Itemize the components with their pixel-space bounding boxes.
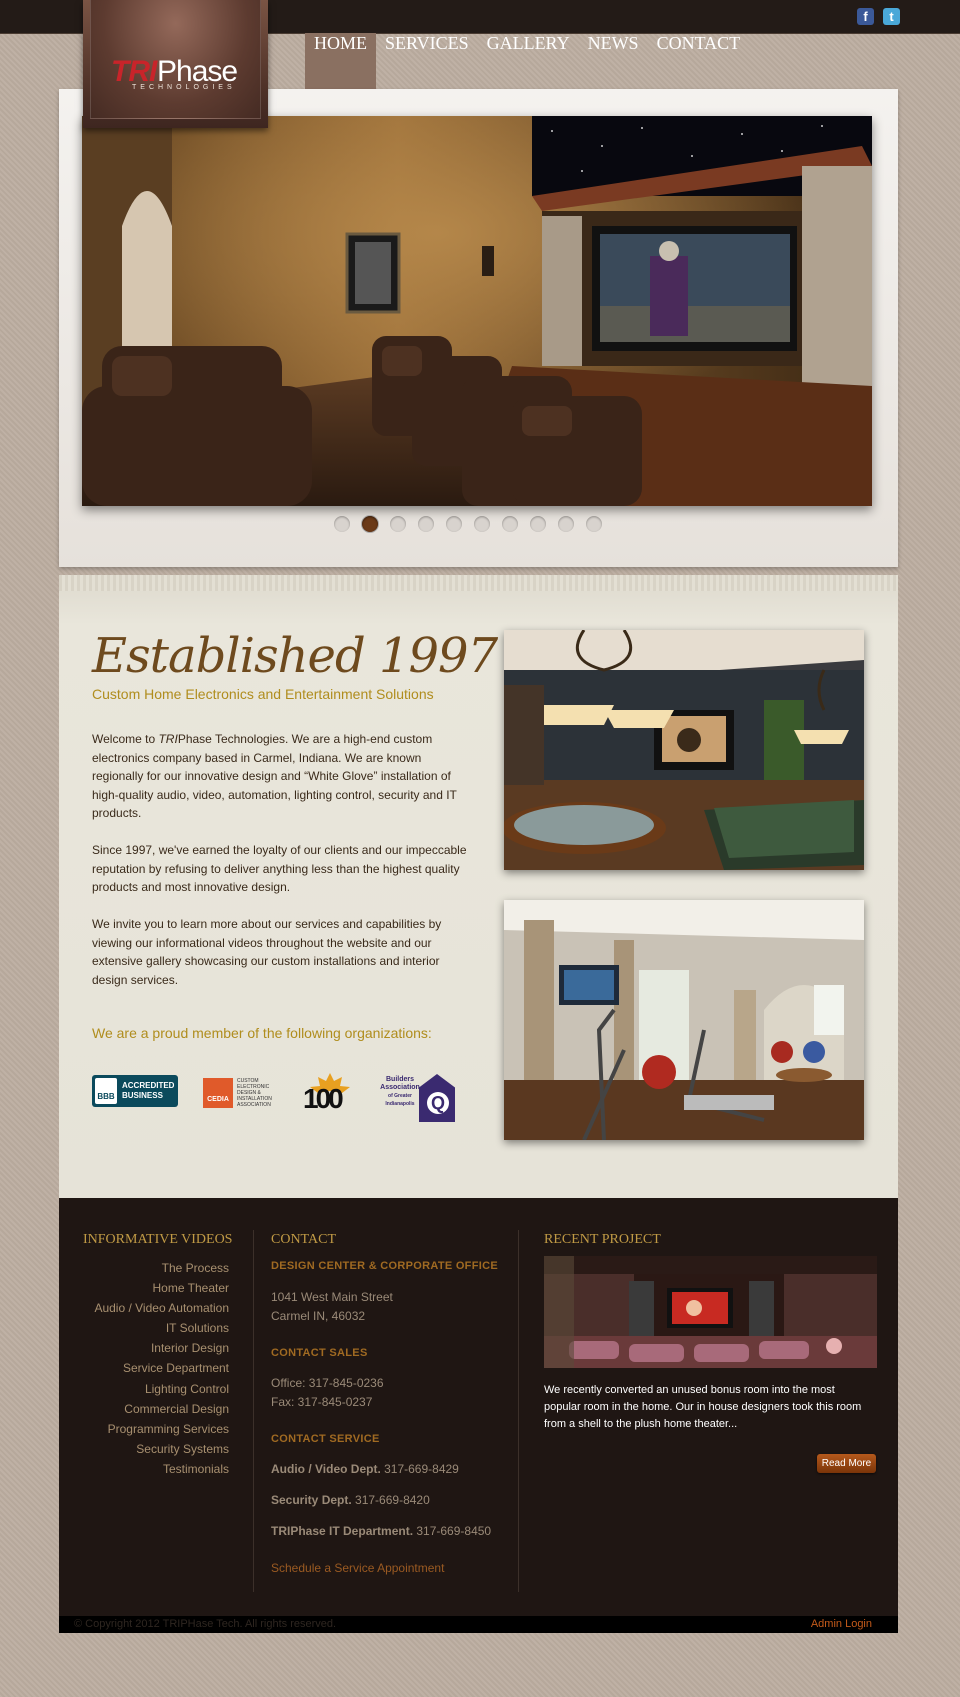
video-link-home-theater[interactable]: Home Theater bbox=[59, 1278, 229, 1298]
cedia-badge[interactable]: CEDIA CUSTOM ELECTRONIC DESIGN & INSTALL… bbox=[203, 1078, 281, 1110]
hundred-number: 100 bbox=[303, 1083, 344, 1114]
hero-slider bbox=[59, 89, 898, 567]
video-link-it-solutions[interactable]: IT Solutions bbox=[59, 1318, 229, 1338]
builders-association-badge[interactable]: Builders Association of Greater Indianapol… bbox=[379, 1074, 455, 1126]
cedia-text: CUSTOM ELECTRONIC DESIGN & INSTALLATION … bbox=[237, 1078, 272, 1108]
main-nav: HOME SERVICES GALLERY NEWS CONTACT bbox=[305, 33, 749, 89]
sales-phones: Office: 317-845-0236 Fax: 317-845-0237 bbox=[271, 1376, 384, 1409]
nav-services[interactable]: SERVICES bbox=[376, 33, 478, 89]
video-links-list: The Process Home Theater Audio / Video A… bbox=[59, 1258, 229, 1479]
video-link-lighting-control[interactable]: Lighting Control bbox=[59, 1379, 229, 1399]
photo-home-gym[interactable] bbox=[504, 900, 864, 1140]
recent-project-text: We recently converted an unused bonus ro… bbox=[544, 1384, 862, 1430]
builders-q-logo: Q bbox=[427, 1092, 449, 1114]
contact-service-heading: CONTACT SERVICE bbox=[271, 1433, 380, 1445]
slider-dot[interactable] bbox=[390, 516, 406, 532]
slider-dot[interactable] bbox=[530, 516, 546, 532]
schedule-service-link[interactable]: Schedule a Service Appointment bbox=[271, 1561, 444, 1575]
admin-login-link[interactable]: Admin Login bbox=[811, 1618, 872, 1630]
slider-dot[interactable] bbox=[474, 516, 490, 532]
top-100-badge[interactable]: 100 bbox=[302, 1073, 358, 1114]
slider-dot[interactable] bbox=[334, 516, 350, 532]
video-link-security-systems[interactable]: Security Systems bbox=[59, 1439, 229, 1459]
intro-paragraph-3: We invite you to learn more about our se… bbox=[92, 917, 442, 987]
read-more-button[interactable]: Read More bbox=[817, 1454, 876, 1473]
slider-dot[interactable] bbox=[446, 516, 462, 532]
bbb-text: ACCREDITED BUSINESS bbox=[122, 1081, 175, 1100]
slider-dot-active[interactable] bbox=[362, 516, 378, 532]
membership-heading: We are a proud member of the following o… bbox=[92, 1025, 432, 1041]
logo-panel: TRI Phase TECHNOLOGIES bbox=[90, 0, 261, 119]
bbb-accredited-badge[interactable]: BBB ACCREDITED BUSINESS bbox=[92, 1075, 178, 1107]
intro-paragraph-1: Welcome to TRIPhase Technologies. We are… bbox=[92, 732, 457, 820]
recent-project-image[interactable] bbox=[544, 1256, 877, 1368]
intro-section: Established 1997 Custom Home Electronics… bbox=[59, 575, 898, 1198]
nav-home[interactable]: HOME bbox=[305, 33, 376, 89]
contact-sales-heading: CONTACT SALES bbox=[271, 1347, 368, 1359]
facebook-icon[interactable]: f bbox=[857, 8, 874, 25]
photo-game-room[interactable] bbox=[504, 630, 864, 870]
video-link-programming-services[interactable]: Programming Services bbox=[59, 1419, 229, 1439]
address: 1041 West Main Street Carmel IN, 46032 bbox=[271, 1290, 393, 1323]
logo[interactable]: TRI Phase TECHNOLOGIES bbox=[83, 0, 268, 128]
copyright-text: © Copyright 2012 TRIPHase Tech. All righ… bbox=[74, 1618, 337, 1630]
footer-divider bbox=[253, 1230, 254, 1592]
established-heading: Established 1997 bbox=[92, 628, 498, 684]
tagline: Custom Home Electronics and Entertainmen… bbox=[92, 686, 434, 702]
slider-dot[interactable] bbox=[502, 516, 518, 532]
footer-divider bbox=[518, 1230, 519, 1592]
twitter-icon[interactable]: t bbox=[883, 8, 900, 25]
nav-news[interactable]: NEWS bbox=[579, 33, 648, 89]
bbb-logo: BBB bbox=[95, 1078, 117, 1104]
video-link-audio-video-automation[interactable]: Audio / Video Automation bbox=[59, 1298, 229, 1318]
video-link-commercial-design[interactable]: Commercial Design bbox=[59, 1399, 229, 1419]
builders-text: Builders Association of Greater Indianapol… bbox=[380, 1076, 420, 1107]
slider-dot[interactable] bbox=[558, 516, 574, 532]
slider-dots bbox=[334, 516, 602, 532]
copyright-bar: © Copyright 2012 TRIPHase Tech. All righ… bbox=[59, 1616, 898, 1633]
videos-heading: INFORMATIVE VIDEOS bbox=[83, 1232, 233, 1247]
security-dept-phone: Security Dept. 317-669-8420 bbox=[271, 1493, 430, 1507]
cedia-logo: CEDIA bbox=[203, 1078, 233, 1108]
recent-project-heading: RECENT PROJECT bbox=[544, 1232, 661, 1247]
slider-dot[interactable] bbox=[586, 516, 602, 532]
design-center-heading: DESIGN CENTER & CORPORATE OFFICE bbox=[271, 1260, 498, 1272]
video-link-interior-design[interactable]: Interior Design bbox=[59, 1338, 229, 1358]
contact-heading: CONTACT bbox=[271, 1232, 336, 1247]
hero-image-home-theater bbox=[82, 116, 872, 506]
intro-paragraph-2: Since 1997, we've earned the loyalty of … bbox=[92, 843, 467, 894]
nav-gallery[interactable]: GALLERY bbox=[478, 33, 579, 89]
video-link-the-process[interactable]: The Process bbox=[59, 1258, 229, 1278]
decorative-strip bbox=[59, 575, 898, 591]
logo-subtitle: TECHNOLOGIES bbox=[132, 84, 236, 91]
av-dept-phone: Audio / Video Dept. 317-669-8429 bbox=[271, 1462, 459, 1476]
nav-contact[interactable]: CONTACT bbox=[648, 33, 750, 89]
footer: INFORMATIVE VIDEOS The Process Home Thea… bbox=[59, 1198, 898, 1616]
video-link-service-department[interactable]: Service Department bbox=[59, 1358, 229, 1378]
video-link-testimonials[interactable]: Testimonials bbox=[59, 1459, 229, 1479]
it-dept-phone: TRIPhase IT Department. 317-669-8450 bbox=[271, 1524, 492, 1538]
slider-dot[interactable] bbox=[418, 516, 434, 532]
